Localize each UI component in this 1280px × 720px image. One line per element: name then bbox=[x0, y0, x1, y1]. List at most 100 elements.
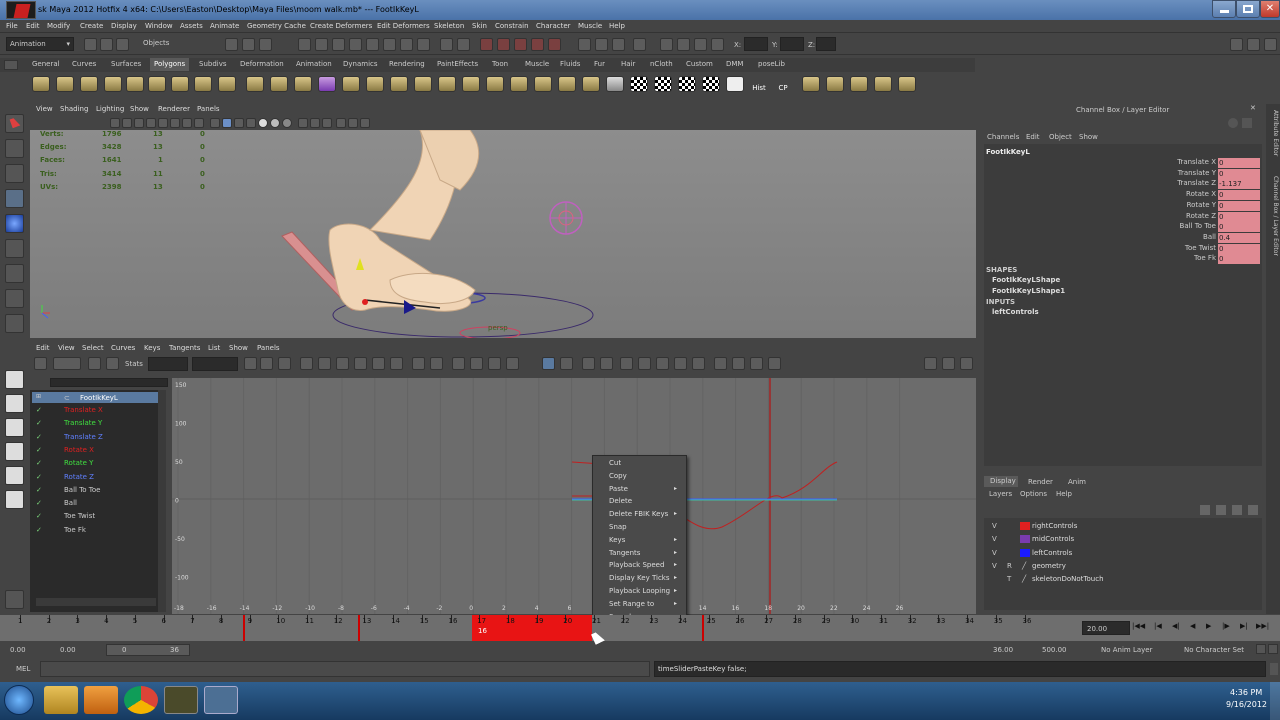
layer-name-rightControls[interactable]: rightControls bbox=[1032, 522, 1077, 530]
snap-plane-icon[interactable] bbox=[349, 38, 362, 51]
open-scene-icon[interactable] bbox=[100, 38, 113, 51]
shape-node-0[interactable]: FootIkKeyLShape bbox=[992, 276, 1060, 284]
channel-value-rotate-z[interactable]: 0 bbox=[1218, 211, 1260, 222]
shelf-menu-icon[interactable] bbox=[4, 60, 18, 70]
ipr-render-icon[interactable] bbox=[497, 38, 510, 51]
channel-box-tab[interactable]: Channel Box / Layer Editor bbox=[1267, 176, 1279, 296]
graph-area[interactable]: 150 100 50 0 -50 -100 -18 -16 -14 -12 -10 -8 -6 -4 -2 0… bbox=[172, 378, 976, 614]
auto-load-icon[interactable] bbox=[542, 357, 555, 370]
free-weight-icon[interactable] bbox=[488, 357, 501, 370]
step-back-frame-icon[interactable]: ◀| bbox=[1172, 622, 1180, 630]
layer-tab-render[interactable]: Render bbox=[1028, 478, 1053, 486]
unify-tangent-icon[interactable] bbox=[470, 357, 483, 370]
keyframe-tick[interactable] bbox=[358, 615, 360, 641]
save-scene-icon[interactable] bbox=[116, 38, 129, 51]
select-object-icon[interactable] bbox=[242, 38, 255, 51]
outliner-toggle-icon[interactable] bbox=[5, 590, 24, 609]
menu-skeleton[interactable]: Skeleton bbox=[434, 22, 464, 30]
layer-name-geometry[interactable]: geometry bbox=[1032, 562, 1066, 570]
smooth-icon[interactable] bbox=[294, 76, 312, 92]
shadows-icon[interactable] bbox=[282, 118, 292, 128]
poly-cone-icon[interactable] bbox=[104, 76, 122, 92]
outliner-channel-9[interactable]: Toe Fk bbox=[64, 526, 86, 534]
menu-skin[interactable]: Skin bbox=[472, 22, 487, 30]
channels-menu[interactable]: Channels bbox=[987, 133, 1019, 141]
menu-character[interactable]: Character bbox=[536, 22, 571, 30]
snap-live-icon[interactable] bbox=[366, 38, 379, 51]
plateau-tangent-icon[interactable] bbox=[390, 357, 403, 370]
poly-plane-icon[interactable] bbox=[126, 76, 144, 92]
camera-attr-icon[interactable] bbox=[110, 118, 120, 128]
poly-count-icon[interactable] bbox=[348, 118, 358, 128]
layout-channel-icon[interactable] bbox=[1247, 38, 1260, 51]
time-range-highlight[interactable] bbox=[472, 615, 592, 641]
channel-value-toe-fk[interactable]: 0 bbox=[1218, 254, 1260, 265]
layer-tab-anim[interactable]: Anim bbox=[1068, 478, 1086, 486]
all-lights-icon[interactable] bbox=[270, 118, 280, 128]
shelf-tab-custom[interactable]: Custom bbox=[686, 60, 713, 68]
selection-mode-dropdown[interactable]: Objects bbox=[140, 37, 210, 51]
center-current-icon[interactable] bbox=[278, 357, 291, 370]
separate-icon[interactable] bbox=[270, 76, 288, 92]
xray-icon[interactable] bbox=[298, 118, 308, 128]
poly-cylinder-icon[interactable] bbox=[80, 76, 98, 92]
insert-edge-loop-icon[interactable] bbox=[462, 76, 480, 92]
denormalize-icon[interactable] bbox=[638, 357, 651, 370]
soft-mod-tool-icon[interactable] bbox=[5, 314, 24, 333]
layer-name-skeletonDoNotTouch[interactable]: skeletonDoNotTouch bbox=[1032, 575, 1104, 583]
play-back-icon[interactable]: ◀ bbox=[1190, 622, 1195, 630]
graph-menu-keys[interactable]: Keys bbox=[144, 344, 160, 352]
keyframe-tick[interactable] bbox=[243, 615, 245, 641]
channel-value-toe-twist[interactable]: 0 bbox=[1218, 243, 1260, 254]
start-time-field[interactable]: 0.00 bbox=[10, 646, 26, 654]
move-layer-down-icon[interactable] bbox=[1216, 505, 1226, 515]
script-editor-icon[interactable] bbox=[1270, 663, 1278, 675]
maximize-button[interactable] bbox=[1236, 0, 1260, 18]
last-tool-icon[interactable] bbox=[5, 289, 24, 308]
chrome-taskbar-icon[interactable] bbox=[124, 686, 158, 714]
append-icon[interactable] bbox=[390, 76, 408, 92]
paint-select-tool-icon[interactable] bbox=[5, 164, 24, 183]
preferences-icon[interactable] bbox=[1268, 644, 1278, 654]
start-button[interactable] bbox=[4, 685, 34, 715]
context-menu-item-playback-looping[interactable]: Playback Looping bbox=[609, 587, 670, 595]
uv-automatic-icon[interactable] bbox=[654, 76, 672, 92]
outliner-filter-field[interactable] bbox=[50, 378, 168, 387]
menu-set-dropdown[interactable]: Animation ▾ bbox=[6, 37, 74, 51]
shelf-tab-hair[interactable]: Hair bbox=[621, 60, 635, 68]
outliner-hscrollbar[interactable] bbox=[36, 598, 156, 606]
shelf-tab-dynamics[interactable]: Dynamics bbox=[343, 60, 378, 68]
center-pivot-button[interactable]: CP bbox=[774, 76, 792, 92]
four-view-layout-icon[interactable] bbox=[5, 394, 24, 413]
channel-value-rotate-x[interactable]: 0 bbox=[1218, 190, 1260, 201]
channel-value-ball[interactable]: 0.4 bbox=[1218, 232, 1260, 243]
add-key-tool-icon[interactable] bbox=[106, 357, 119, 370]
insert-key-tool-icon[interactable] bbox=[88, 357, 101, 370]
channel-box-tab-icon[interactable] bbox=[1242, 118, 1252, 128]
uv-checker-icon[interactable] bbox=[630, 76, 648, 92]
snap-grid-icon[interactable] bbox=[298, 38, 311, 51]
wireframe-on-shaded-icon[interactable] bbox=[234, 118, 244, 128]
shelf-tab-subdivs[interactable]: Subdivs bbox=[199, 60, 227, 68]
high-quality-icon[interactable] bbox=[322, 118, 332, 128]
menu-muscle[interactable]: Muscle bbox=[578, 22, 602, 30]
viewport-menu-renderer[interactable]: Renderer bbox=[158, 105, 190, 113]
menu-help[interactable]: Help bbox=[609, 22, 625, 30]
layer-color-swatch[interactable] bbox=[1020, 522, 1030, 530]
history-button[interactable]: Hist bbox=[750, 76, 768, 92]
load-selected-icon[interactable] bbox=[560, 357, 573, 370]
graph-menu-view[interactable]: View bbox=[58, 344, 75, 352]
layer-name-midControls[interactable]: midControls bbox=[1032, 535, 1074, 543]
layer-visibility-toggle[interactable]: V bbox=[992, 535, 997, 543]
select-by-name-icon[interactable] bbox=[711, 38, 724, 51]
layer-visibility-toggle[interactable]: V bbox=[992, 549, 997, 557]
context-menu-item-tangents[interactable]: Tangents bbox=[609, 549, 640, 557]
tool-settings-icon[interactable] bbox=[612, 38, 625, 51]
crosshair-icon[interactable] bbox=[360, 118, 370, 128]
layer-options-menu[interactable]: Options bbox=[1020, 490, 1047, 498]
uv-unfold-icon[interactable] bbox=[702, 76, 720, 92]
go-to-end-icon[interactable]: ▶▶| bbox=[1256, 622, 1269, 630]
buffer-curve-icon[interactable] bbox=[412, 357, 425, 370]
menu-assets[interactable]: Assets bbox=[180, 22, 203, 30]
scale-tool-icon[interactable] bbox=[5, 239, 24, 258]
